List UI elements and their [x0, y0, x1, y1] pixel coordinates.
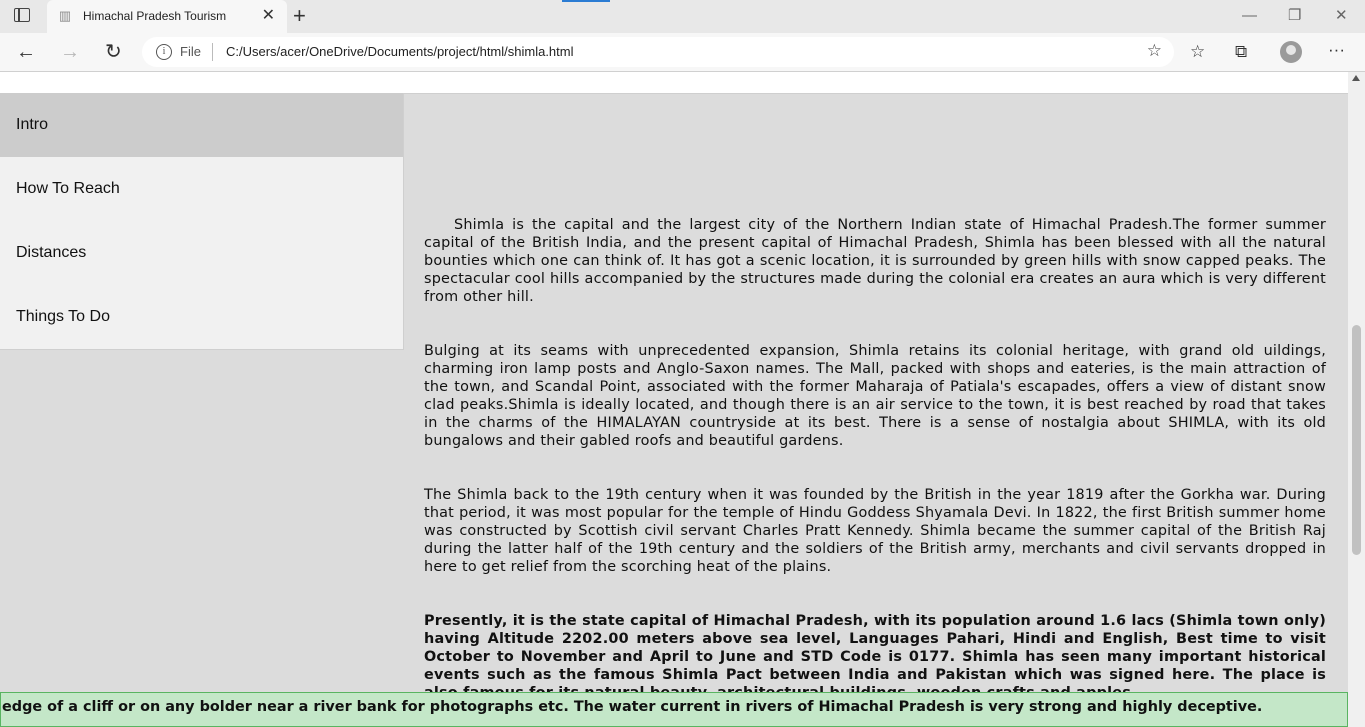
- address-url[interactable]: C:/Users/acer/OneDrive/Documents/project…: [226, 44, 574, 59]
- scroll-thumb[interactable]: [1352, 325, 1361, 555]
- favorites-icon[interactable]: ☆: [1190, 41, 1205, 63]
- forward-button[interactable]: →: [60, 40, 80, 64]
- new-tab-button[interactable]: +: [293, 3, 306, 29]
- main-content: Shimla is the capital and the largest ci…: [424, 216, 1326, 727]
- scroll-up-arrow-icon[interactable]: [1352, 75, 1360, 81]
- minimize-button[interactable]: —: [1242, 6, 1257, 26]
- profile-avatar-icon[interactable]: [1280, 41, 1302, 63]
- sidebar-nav: Intro How To Reach Distances Things To D…: [0, 93, 404, 350]
- heritage-paragraph: Bulging at its seams with unprecedented …: [424, 343, 1326, 449]
- collections-icon[interactable]: ⧉: [1235, 41, 1247, 63]
- sidebar-item-distances[interactable]: Distances: [0, 221, 403, 285]
- page-favicon-icon: ▥: [58, 8, 72, 23]
- add-favorite-icon[interactable]: ☆: [1147, 41, 1162, 61]
- restore-button[interactable]: ❐: [1288, 6, 1301, 26]
- address-separator: [212, 43, 213, 61]
- scrolling-notice-text: he edge of a cliff or on any bolder near…: [0, 699, 1263, 715]
- web-page: Intro How To Reach Distances Things To D…: [0, 72, 1348, 727]
- facts-paragraph: Presently, it is the state capital of Hi…: [424, 613, 1326, 701]
- history-paragraph: The Shimla back to the 19th century when…: [424, 487, 1326, 575]
- window-close-button[interactable]: ✕: [1335, 6, 1348, 26]
- address-scheme-label: File: [180, 44, 201, 59]
- address-bar[interactable]: i File C:/Users/acer/OneDrive/Documents/…: [142, 37, 1174, 67]
- reload-button[interactable]: ↻: [105, 40, 122, 64]
- settings-menu-button[interactable]: ···: [1328, 39, 1345, 61]
- scrolling-notice: he edge of a cliff or on any bolder near…: [0, 692, 1348, 727]
- intro-paragraph: Shimla is the capital and the largest ci…: [424, 217, 1326, 305]
- page-top-strip: [0, 72, 1348, 94]
- tab-title: Himachal Pradesh Tourism: [83, 9, 227, 23]
- tab-close-icon[interactable]: ✕: [262, 6, 275, 26]
- site-info-icon[interactable]: i: [156, 44, 172, 60]
- sidebar-item-how-to-reach[interactable]: How To Reach: [0, 157, 403, 221]
- tab-actions-icon[interactable]: [14, 8, 30, 22]
- sidebar-item-things-to-do[interactable]: Things To Do: [0, 285, 403, 349]
- tab-bar: ▥ Himachal Pradesh Tourism ✕ + — ❐ ✕: [0, 0, 1365, 33]
- page-scrollbar[interactable]: [1348, 72, 1365, 727]
- browser-tab[interactable]: ▥ Himachal Pradesh Tourism ✕: [47, 0, 287, 33]
- sidebar-item-intro[interactable]: Intro: [0, 93, 403, 157]
- tab-bar-accent: [562, 0, 610, 2]
- browser-toolbar: ← → ↻ i File C:/Users/acer/OneDrive/Docu…: [0, 33, 1365, 72]
- back-button[interactable]: ←: [16, 40, 36, 64]
